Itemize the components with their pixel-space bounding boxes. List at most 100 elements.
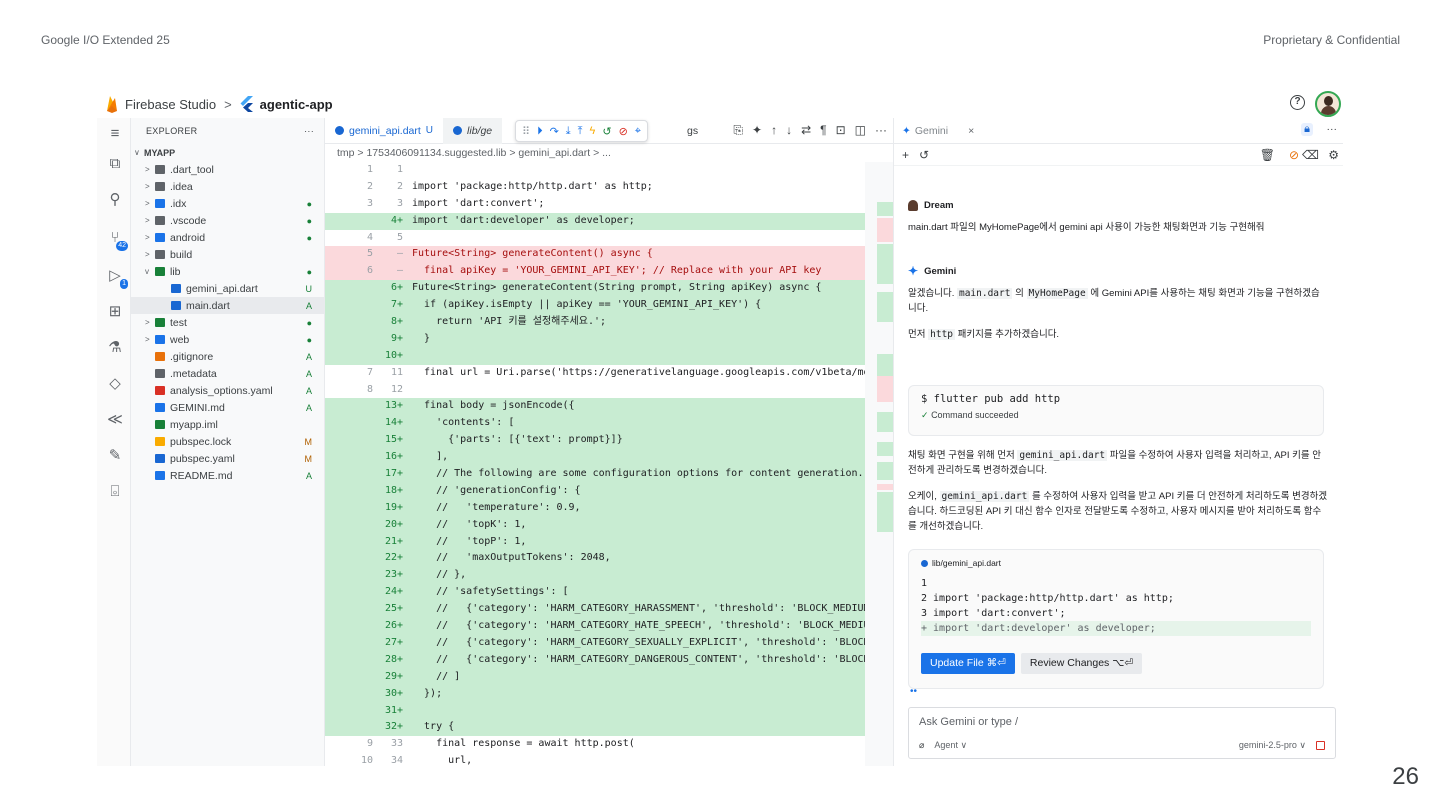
tree-item[interactable]: GEMINI.md A — [131, 399, 324, 416]
model-select[interactable]: gemini-2.5-pro ∨ — [1239, 740, 1306, 750]
tree-item[interactable]: > .idea — [131, 178, 324, 195]
delete-icon[interactable]: 🗑︎ — [1260, 148, 1275, 162]
history-icon[interactable]: ↺ — [919, 148, 929, 162]
hot-reload-icon[interactable]: ϟ — [590, 125, 596, 137]
tree-item[interactable]: myapp.iml — [131, 416, 324, 433]
continue-icon[interactable]: ⏵ — [537, 125, 543, 138]
firebase-icon[interactable]: ◇ — [105, 374, 125, 394]
tab-lib-ge[interactable]: lib/ge — [443, 117, 503, 144]
command-block[interactable]: $ flutter pub add http ✓ Command succeed… — [908, 385, 1324, 436]
diff-minimap[interactable] — [865, 162, 893, 766]
gemini-more-icon[interactable]: ··· — [1327, 123, 1338, 135]
review-changes-button[interactable]: Review Changes ⌥⏎ — [1020, 653, 1143, 674]
file-icon — [155, 352, 165, 361]
inline-view-icon[interactable]: ⊡ — [836, 123, 846, 138]
flutter-icon[interactable]: ≪ — [105, 410, 125, 430]
code-line: 11 — [325, 162, 893, 179]
agent-mode-select[interactable]: Agent ∨ — [934, 740, 967, 750]
tree-item[interactable]: .metadata A — [131, 365, 324, 382]
extensions-icon[interactable]: ⊞ — [105, 302, 125, 322]
tree-item[interactable]: analysis_options.yaml A — [131, 382, 324, 399]
open-changes-icon[interactable]: ⎘ — [733, 123, 743, 138]
code-text: Future<String> generateContent() async { — [412, 248, 653, 260]
inspect-widget-icon[interactable]: ⌖ — [635, 125, 641, 138]
file-icon — [155, 403, 165, 412]
ask-gemini-input[interactable]: Ask Gemini or type / ⌀ Agent ∨ gemini-2.5… — [908, 707, 1336, 759]
chevron-down-icon: ∨ — [134, 148, 140, 157]
code-text: 'contents': [ — [412, 417, 515, 429]
code-line: 8 12 — [325, 382, 893, 399]
tree-item[interactable]: > build — [131, 246, 324, 263]
user-avatar[interactable] — [1315, 91, 1341, 117]
step-out-icon[interactable]: ⤒ — [578, 125, 583, 138]
tree-item[interactable]: pubspec.yaml M — [131, 450, 324, 467]
menu-icon[interactable]: ≡ — [105, 124, 125, 144]
tree-item[interactable]: > test ● — [131, 314, 324, 331]
source-control-icon[interactable]: ⑂ 42 — [105, 228, 128, 251]
step-over-icon[interactable]: ↷ — [550, 125, 559, 138]
tree-item[interactable]: > android ● — [131, 229, 324, 246]
code-text: final response = await http.post( — [412, 738, 635, 750]
update-file-button[interactable]: Update File ⌘⏎ — [921, 653, 1015, 674]
tree-root[interactable]: ∨ MYAPP — [131, 144, 324, 161]
app-name[interactable]: Firebase Studio — [125, 97, 216, 112]
settings-icon[interactable]: ⚙ — [1328, 148, 1339, 162]
tree-item[interactable]: > .dart_tool — [131, 161, 324, 178]
gemini-tab-label[interactable]: Gemini — [915, 125, 948, 137]
gemini-sparkle-icon: ✦ — [908, 264, 919, 278]
more-actions-icon[interactable]: ··· — [875, 123, 887, 138]
tab-gemini-api[interactable]: gemini_api.dart U — [325, 118, 443, 144]
sparkle-icon[interactable]: ✦ — [752, 123, 762, 138]
stop-icon[interactable] — [1316, 741, 1325, 751]
code-line: 21+ // 'topP': 1, — [325, 533, 893, 551]
new-line-number: 27+ — [384, 636, 403, 648]
disconnect-icon[interactable]: ⊘ — [619, 125, 628, 138]
inspect-icon[interactable]: ⌻ — [105, 482, 125, 502]
tree-item[interactable]: v lib ● — [131, 263, 324, 280]
search-icon[interactable]: ⚲ — [105, 190, 125, 210]
code-text: // 'temperature': 0.9, — [412, 501, 581, 513]
testing-icon[interactable]: ⚗ — [105, 338, 125, 358]
code-diff-view[interactable]: 1 1 2 2 import 'package:http/http.dart' as h… — [325, 162, 893, 766]
code-text: return 'API 키를 설정해주세요.'; — [412, 316, 607, 328]
close-icon[interactable]: × — [968, 125, 974, 137]
edit-icon[interactable]: ✎ — [105, 446, 125, 466]
explorer-more-icon[interactable]: ··· — [304, 126, 314, 136]
explorer-icon[interactable]: ⧉ — [105, 154, 125, 174]
help-icon[interactable]: ? — [1290, 95, 1305, 110]
tree-item[interactable]: .gitignore A — [131, 348, 324, 365]
ask-footer: ⌀ Agent ∨ gemini-2.5-pro ∨ — [919, 740, 1325, 751]
split-editor-icon[interactable]: ◫ — [855, 123, 866, 138]
swap-icon[interactable]: ⇄ — [801, 123, 811, 138]
tree-item-label: gemini_api.dart — [186, 282, 258, 295]
breadcrumb[interactable]: tmp > 1753406091134.suggested.lib > gemi… — [325, 144, 893, 162]
file-icon — [155, 267, 165, 276]
code-text: // 'maxOutputTokens': 2048, — [412, 552, 611, 564]
attach-icon[interactable]: ⌀ — [919, 740, 924, 750]
lock-icon[interactable]: 🔒︎ — [1301, 123, 1313, 136]
clear-icon[interactable]: ⌫ — [1302, 148, 1319, 162]
next-change-icon[interactable]: ↓ — [786, 123, 792, 138]
code-line: 17+ // The following are some configurat… — [325, 466, 893, 483]
drag-handle-icon[interactable]: ⠿ — [522, 125, 530, 138]
tree-item[interactable]: > .idx ● — [131, 195, 324, 212]
step-into-icon[interactable]: ⤓ — [566, 125, 571, 138]
tree-item[interactable]: > web ● — [131, 331, 324, 348]
restart-icon[interactable]: ↺ — [602, 125, 611, 138]
run-debug-icon[interactable]: ▷ 1 — [105, 266, 128, 289]
project-name[interactable]: agentic-app — [260, 97, 333, 112]
tree-item-label: pubspec.yaml — [170, 452, 235, 465]
tree-item[interactable]: pubspec.lock M — [131, 433, 324, 450]
tree-item[interactable]: gemini_api.dart U — [131, 280, 324, 297]
hide-icon[interactable]: ⊘ — [1289, 148, 1299, 162]
new-line-number: 9+ — [390, 332, 403, 344]
tree-item[interactable]: README.md A — [131, 467, 324, 484]
tree-item-label: main.dart — [186, 299, 230, 312]
tree-item[interactable]: > .vscode ● — [131, 212, 324, 229]
gemini-message-2: 채팅 화면 구현을 위해 먼저 gemini_api.dart 파일을 수정하여… — [908, 448, 1328, 534]
new-chat-icon[interactable]: + — [902, 148, 909, 162]
tree-item[interactable]: main.dart A — [131, 297, 324, 314]
code-line: 9 33 final response = await http.post( — [325, 736, 893, 753]
whitespace-icon[interactable]: ¶ — [820, 123, 826, 138]
previous-change-icon[interactable]: ↑ — [771, 123, 777, 138]
